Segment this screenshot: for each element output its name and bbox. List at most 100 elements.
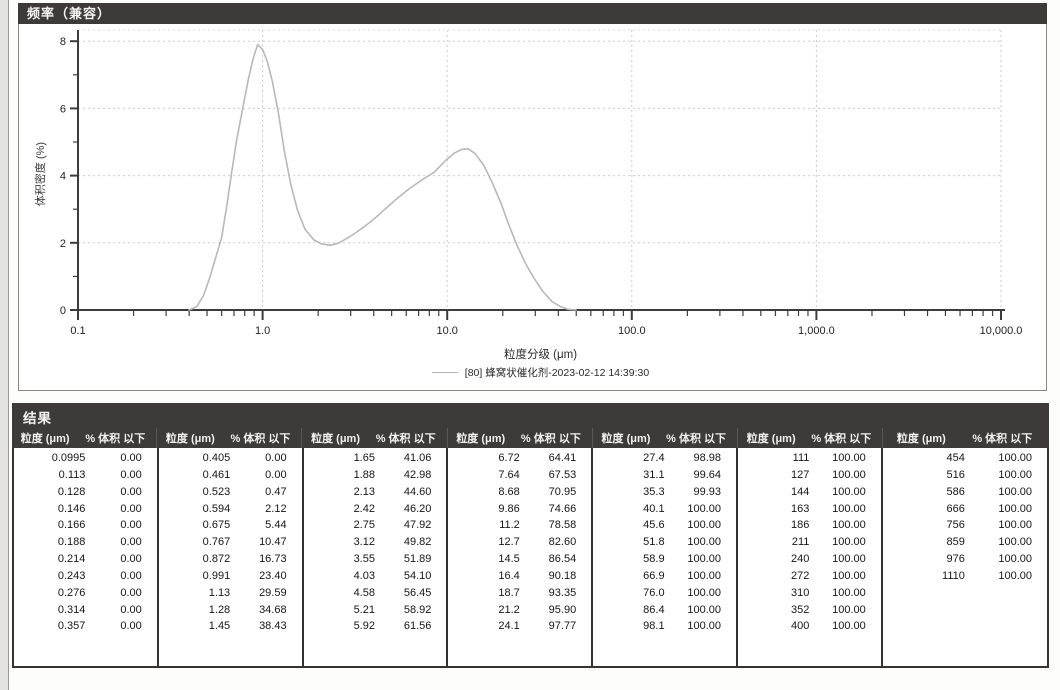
table-row: 86.4100.00	[593, 602, 736, 619]
table-row: 859100.00	[883, 534, 1047, 551]
table-row: 58.9100.00	[593, 551, 736, 568]
result-group-7: 454100.00516100.00586100.00666100.007561…	[883, 448, 1047, 666]
table-row: 310100.00	[738, 585, 881, 602]
table-row: 0.1460.00	[14, 501, 157, 518]
x-tick-label: 1.0	[255, 325, 270, 337]
cell-percent: 64.41	[520, 450, 591, 467]
table-row: 76.0100.00	[593, 585, 736, 602]
table-row: 0.3570.00	[14, 618, 157, 635]
cell-size: 0.214	[14, 551, 85, 568]
cell-size: 144	[738, 484, 809, 501]
cell-percent: 86.54	[520, 551, 591, 568]
cell-percent: 23.40	[230, 568, 301, 585]
y-tick-label: 2	[60, 238, 66, 250]
cell-percent: 70.95	[520, 484, 591, 501]
table-row: 45.6100.00	[593, 517, 736, 534]
cell-percent: 100.00	[665, 585, 736, 602]
cell-percent: 100.00	[965, 450, 1047, 467]
table-row: 7.6467.53	[448, 467, 591, 484]
table-row: 0.1280.00	[14, 484, 157, 501]
x-tick-label: 10.0	[436, 325, 457, 337]
cell-size: 666	[883, 501, 965, 518]
cell-percent: 38.43	[230, 618, 301, 635]
cell-size: 18.7	[448, 585, 519, 602]
table-row: 0.2140.00	[14, 551, 157, 568]
table-row: 4.0354.10	[304, 568, 447, 585]
cell-percent: 100.00	[965, 467, 1047, 484]
frequency-chart: 0.11.010.0100.01,000.010,000.002468	[19, 24, 1046, 389]
table-row: 3.5551.89	[304, 551, 447, 568]
legend-series-label: [80] 蜂窝状催化剂-2023-02-12 14:39:30	[465, 365, 649, 380]
cell-percent: 2.12	[230, 501, 301, 518]
table-row: 0.2430.00	[14, 568, 157, 585]
table-row: 0.09950.00	[14, 450, 157, 467]
cell-size: 0.276	[14, 585, 85, 602]
table-row: 0.1130.00	[14, 467, 157, 484]
size-column-header: 粒度 (μm)	[157, 430, 223, 446]
size-column-header: 粒度 (μm)	[883, 430, 959, 446]
cell-size: 0.188	[14, 534, 85, 551]
size-column-header: 粒度 (μm)	[448, 430, 514, 446]
cell-percent: 100.00	[809, 551, 880, 568]
y-tick-label: 8	[60, 36, 66, 48]
cell-size: 2.13	[304, 484, 375, 501]
cell-size: 0.0995	[14, 450, 85, 467]
percent-column-header: % 体积 以下	[659, 430, 737, 446]
cell-size: 0.767	[159, 534, 230, 551]
result-group-header: 粒度 (μm)% 体积 以下	[447, 428, 592, 448]
cell-percent: 5.44	[230, 517, 301, 534]
cell-size: 0.314	[14, 602, 85, 619]
cell-size: 0.405	[159, 450, 230, 467]
cell-percent: 41.06	[375, 450, 446, 467]
cell-percent: 0.00	[85, 484, 156, 501]
x-tick-label: 100.0	[618, 325, 646, 337]
table-row: 0.1880.00	[14, 534, 157, 551]
cell-percent: 67.53	[520, 467, 591, 484]
cell-size: 3.55	[304, 551, 375, 568]
cell-size: 9.86	[448, 501, 519, 518]
cell-size: 0.357	[14, 618, 85, 635]
result-group-4: 6.7264.417.6467.538.6870.959.8674.6611.2…	[448, 448, 593, 666]
cell-size: 0.594	[159, 501, 230, 518]
result-group-2: 0.4050.000.4610.000.5230.470.5942.120.67…	[159, 448, 304, 666]
cell-percent: 100.00	[665, 568, 736, 585]
cell-size: 31.1	[593, 467, 664, 484]
cell-percent: 0.00	[85, 618, 156, 635]
table-row: 1.4538.43	[159, 618, 302, 635]
percent-column-header: % 体积 以下	[78, 430, 156, 446]
table-row: 66.9100.00	[593, 568, 736, 585]
cell-percent: 34.68	[230, 602, 301, 619]
cell-size: 1110	[883, 568, 965, 585]
size-column-header: 粒度 (μm)	[593, 430, 659, 446]
cell-percent: 42.98	[375, 467, 446, 484]
results-title: 结果	[23, 407, 52, 427]
cell-size: 1.45	[159, 618, 230, 635]
cell-size: 16.4	[448, 568, 519, 585]
cell-size: 11.2	[448, 517, 519, 534]
cell-size: 12.7	[448, 534, 519, 551]
cell-percent: 46.20	[375, 501, 446, 518]
cell-size: 0.461	[159, 467, 230, 484]
cell-percent: 47.92	[375, 517, 446, 534]
cell-percent: 100.00	[965, 551, 1047, 568]
cell-size: 1.65	[304, 450, 375, 467]
table-row: 0.3140.00	[14, 602, 157, 619]
cell-size: 4.58	[304, 585, 375, 602]
cell-size: 40.1	[593, 501, 664, 518]
cell-percent: 100.00	[665, 517, 736, 534]
table-row: 6.7264.41	[448, 450, 591, 467]
table-row: 400100.00	[738, 618, 881, 635]
cell-percent: 74.66	[520, 501, 591, 518]
cell-size: 976	[883, 551, 965, 568]
cell-percent: 93.35	[520, 585, 591, 602]
cell-size: 14.5	[448, 551, 519, 568]
y-tick-label: 0	[60, 305, 66, 317]
table-row: 1.8842.98	[304, 467, 447, 484]
table-row: 24.197.77	[448, 618, 591, 635]
table-row: 186100.00	[738, 517, 881, 534]
cell-percent: 100.00	[965, 534, 1047, 551]
cell-size: 1.28	[159, 602, 230, 619]
table-row: 272100.00	[738, 568, 881, 585]
results-header-band: 结果 粒度 (μm)% 体积 以下粒度 (μm)% 体积 以下粒度 (μm)% …	[12, 403, 1049, 448]
cell-percent: 100.00	[809, 602, 880, 619]
